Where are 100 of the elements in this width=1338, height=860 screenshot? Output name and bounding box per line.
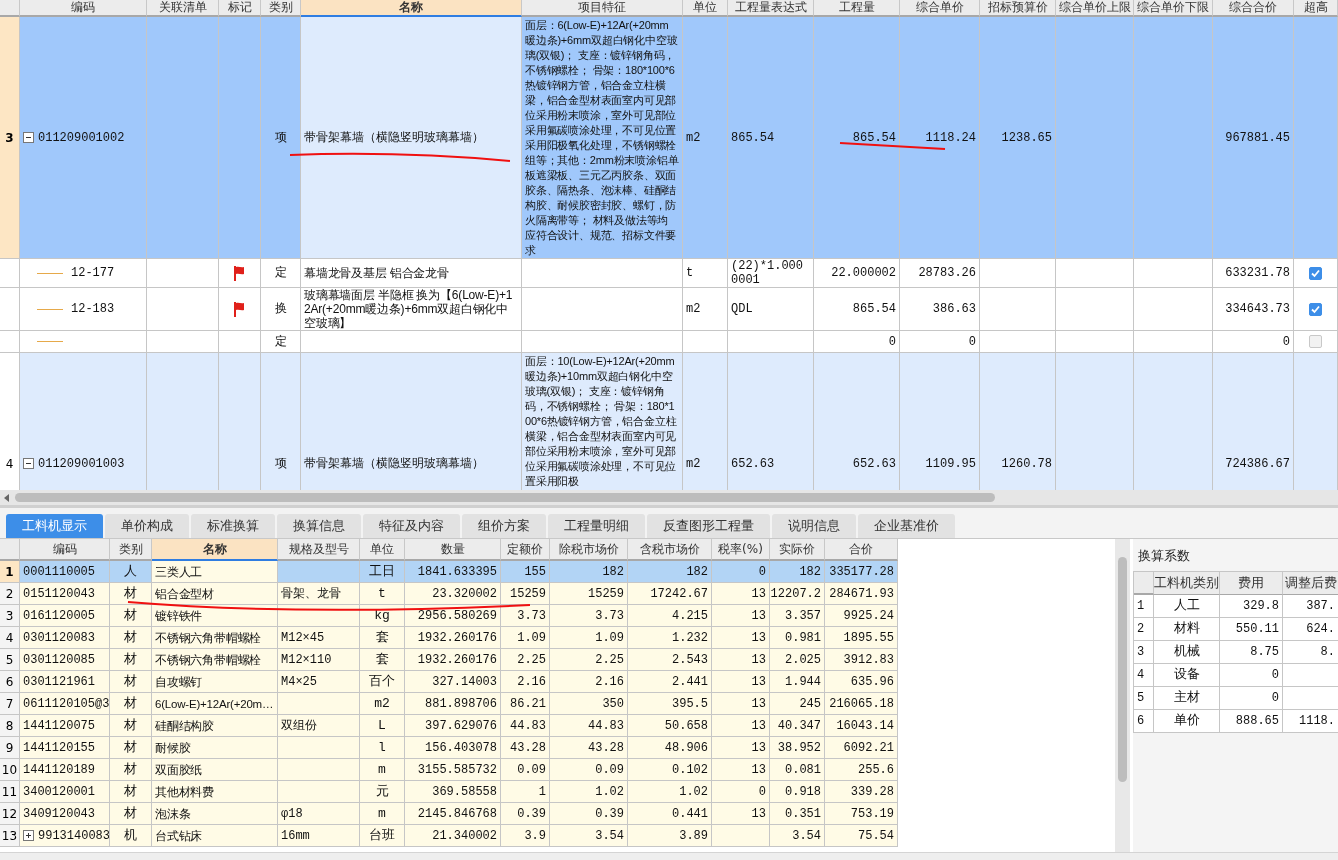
- column-header[interactable]: 综合单价: [900, 0, 980, 17]
- row-number: 13: [1, 828, 18, 843]
- column-header[interactable]: 含税市场价: [628, 539, 712, 561]
- table-cell: 单价: [1173, 714, 1200, 728]
- column-header[interactable]: 名称: [301, 0, 522, 17]
- tab[interactable]: 单价构成: [105, 514, 189, 538]
- tab[interactable]: 标准换算: [191, 514, 275, 538]
- column-header[interactable]: 规格及型号: [278, 539, 360, 561]
- table-cell: 395.5: [672, 696, 708, 711]
- table-row[interactable]: [0, 17, 1338, 259]
- table-cell: 3155.585732: [417, 762, 497, 777]
- column-header[interactable]: 调整后费: [1283, 572, 1338, 595]
- table-cell: 材: [124, 652, 137, 667]
- table-cell: 13: [751, 740, 766, 755]
- column-header[interactable]: 费用: [1220, 572, 1283, 595]
- table-cell: φ18: [281, 806, 303, 821]
- expander-button[interactable]: [23, 132, 34, 143]
- table-cell: 材: [124, 630, 137, 645]
- table-cell: 334643.73: [1225, 302, 1290, 316]
- table-row[interactable]: 13 9913140083 机 台式钻床 16mm 台班 21.340002 3.9 3.54 3.89 3.54 75.54: [0, 825, 898, 847]
- column-header[interactable]: 项目特征: [522, 0, 683, 17]
- column-header[interactable]: 实际价: [770, 539, 825, 561]
- table-cell: 2.543: [672, 652, 708, 667]
- table-row[interactable]: 7 0611120105@3 材 6(Low-E)+12Ar(+20m… m2 881.898706 86.21 350 395.5 13 245 216065.18: [0, 693, 898, 715]
- table-row[interactable]: 12 3409120043 材 泡沫条 φ18 m 2145.846768 0.39 0.39 0.441 13 0.351 753.19: [0, 803, 898, 825]
- table-cell: 1109.95: [925, 456, 976, 471]
- table-cell: 865.54: [852, 302, 896, 316]
- expander-button[interactable]: [23, 830, 34, 841]
- column-header[interactable]: 超高: [1294, 0, 1338, 17]
- table-row[interactable]: 11 3400120001 材 其他材料费 元 369.58558 1 1.02 1.02 0 0.918 339.28: [0, 781, 898, 803]
- column-header[interactable]: 编码: [20, 539, 110, 561]
- scrollbar-thumb[interactable]: [15, 493, 995, 502]
- table-row[interactable]: 9 1441120155 材 耐候胶 l 156.403078 43.28 43.28 48.906 13 38.952 6092.21: [0, 737, 898, 759]
- header-corner: [0, 0, 20, 17]
- tab[interactable]: 组价方案: [462, 514, 546, 538]
- table-cell: 幕墙龙骨及基层 铝合金龙骨: [304, 266, 449, 280]
- tab[interactable]: 特征及内容: [363, 514, 460, 538]
- table-cell: 0.441: [672, 806, 708, 821]
- table-row[interactable]: 1 0001110005 人 三类人工 工日 1841.633395 155 182 182 0 182 335177.28: [0, 561, 898, 583]
- scrollbar-thumb[interactable]: [1118, 557, 1127, 782]
- column-header[interactable]: 数量: [405, 539, 501, 561]
- tab[interactable]: 反查图形工程量: [647, 514, 770, 538]
- table-cell: QDL: [731, 302, 753, 316]
- column-header[interactable]: 工料机类别: [1154, 572, 1220, 595]
- column-header[interactable]: 编码: [20, 0, 147, 17]
- table-cell: 255.6: [858, 762, 894, 777]
- table-cell: t: [686, 266, 694, 280]
- table-cell: 335177.28: [829, 564, 894, 579]
- table-row[interactable]: 2 0151120043 材 铝合金型材 骨架、龙骨 t 23.320002 15259 15259 17242.67 13 12207.2 284671.93: [0, 583, 898, 605]
- table-cell: 带骨架幕墙（横隐竖明玻璃幕墙）: [304, 130, 484, 145]
- table-row[interactable]: 4 0301120083 材 不锈钢六角带帽螺栓 M12×45 套 1932.260176 1.09 1.09 1.232 13 0.981 1895.55: [0, 627, 898, 649]
- table-cell: 元: [375, 784, 389, 799]
- table-cell: 1118.24: [925, 130, 976, 145]
- table-cell: 8.75: [1250, 645, 1279, 659]
- column-header[interactable]: 关联清单: [147, 0, 219, 17]
- table-row[interactable]: 8 1441120075 材 硅酮结构胶 双组份 L 397.629076 44.83 44.83 50.658 13 40.347 16043.14: [0, 715, 898, 737]
- column-header[interactable]: 单位: [360, 539, 405, 561]
- table-row[interactable]: 10 1441120189 材 双面胶纸 m 3155.585732 0.09 0.09 0.102 13 0.081 255.6: [0, 759, 898, 781]
- table-row[interactable]: 3 0161120005 材 镀锌铁件 kg 2956.580269 3.73 3.73 4.215 13 3.357 9925.24: [0, 605, 898, 627]
- column-header[interactable]: 标记: [219, 0, 261, 17]
- tab[interactable]: 工程量明细: [548, 514, 645, 538]
- table-cell: 1.944: [785, 674, 821, 689]
- table-row[interactable]: 6 0301121961 材 自攻螺钉 M4×25 百个 327.14003 2.16 2.16 2.441 13 1.944 635.96: [0, 671, 898, 693]
- column-header[interactable]: 定额价: [501, 539, 550, 561]
- column-header[interactable]: 类别: [110, 539, 152, 561]
- table-cell: 13: [751, 608, 766, 623]
- column-header[interactable]: 工程量表达式: [728, 0, 814, 17]
- column-header[interactable]: 工程量: [814, 0, 900, 17]
- column-header[interactable]: 单位: [683, 0, 728, 17]
- tab[interactable]: 企业基准价: [858, 514, 955, 538]
- expander-button[interactable]: [23, 458, 34, 469]
- row-number: 2: [1137, 622, 1145, 636]
- row-number: 5: [5, 652, 14, 667]
- checkbox[interactable]: [1309, 266, 1322, 280]
- column-header[interactable]: 综合单价下限: [1134, 0, 1213, 17]
- table-cell: 1932.260176: [417, 630, 497, 645]
- table-cell: 13: [751, 586, 766, 601]
- tab[interactable]: 换算信息: [277, 514, 361, 538]
- table-cell: 350: [602, 696, 624, 711]
- column-header[interactable]: 招标预算价: [980, 0, 1056, 17]
- table-cell: 865.54: [852, 130, 896, 145]
- checkbox[interactable]: [1309, 302, 1322, 316]
- table-cell: 0.981: [785, 630, 821, 645]
- column-header[interactable]: 除税市场价: [550, 539, 628, 561]
- column-header[interactable]: 综合单价上限: [1056, 0, 1134, 17]
- table-cell: 材: [124, 696, 137, 711]
- table-cell: 0: [888, 334, 896, 349]
- table-cell: 台式钻床: [155, 828, 203, 843]
- column-header[interactable]: 名称: [152, 539, 278, 561]
- column-header[interactable]: 综合合价: [1213, 0, 1294, 17]
- column-header[interactable]: 税率(%): [712, 539, 770, 561]
- table-row[interactable]: 5 0301120085 材 不锈钢六角带帽螺栓 M12×110 套 1932.260176 2.25 2.25 2.543 13 2.025 3912.83: [0, 649, 898, 671]
- scroll-left-icon[interactable]: [4, 493, 9, 502]
- column-header[interactable]: 类别: [261, 0, 301, 17]
- column-header[interactable]: 合价: [825, 539, 898, 561]
- table-cell: 0001110005: [23, 564, 95, 579]
- checkbox[interactable]: [1309, 335, 1322, 348]
- horizontal-scrollbar[interactable]: [0, 490, 1338, 505]
- tab[interactable]: 说明信息: [772, 514, 856, 538]
- vertical-scrollbar[interactable]: [1115, 539, 1130, 852]
